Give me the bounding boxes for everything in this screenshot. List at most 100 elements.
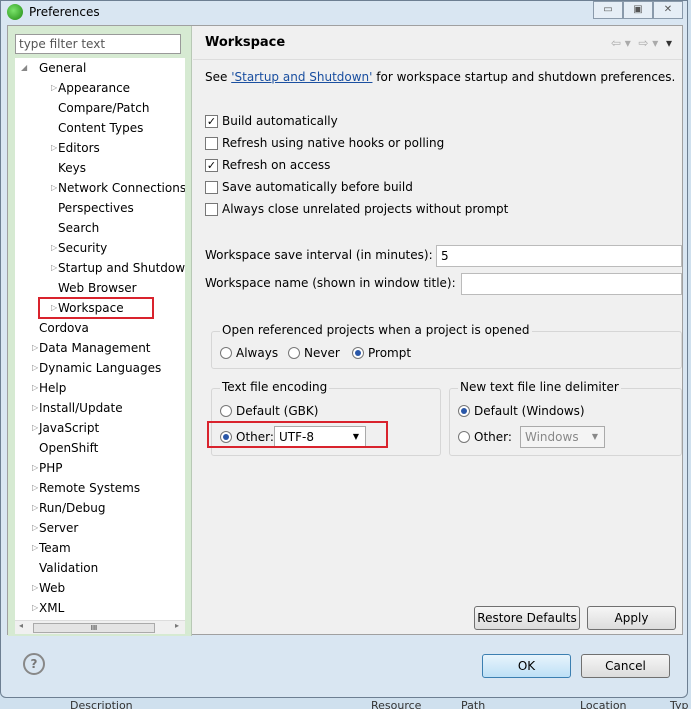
checkbox[interactable]: ✓	[205, 158, 218, 172]
tree-item[interactable]: Content Types	[15, 118, 185, 138]
delimiter-default-radio[interactable]: Default (Windows)	[458, 404, 585, 418]
tree-item[interactable]: ▷ PHP	[15, 458, 185, 478]
scroll-left-icon[interactable]: ◂	[19, 621, 23, 630]
checkbox-option[interactable]: ✓ Refresh on access	[205, 158, 330, 172]
checkbox[interactable]	[205, 136, 218, 150]
tree-item-label: Network Connections	[58, 181, 185, 195]
tree-item[interactable]: Perspectives	[15, 198, 185, 218]
expand-arrow-icon[interactable]: ▷	[51, 258, 57, 278]
startup-shutdown-link[interactable]: 'Startup and Shutdown'	[231, 70, 372, 84]
maximize-button[interactable]: ▣	[623, 1, 653, 19]
workspace-name-input[interactable]	[461, 273, 682, 295]
tree-item-label: Content Types	[58, 121, 144, 135]
tree-item[interactable]: Cordova	[15, 318, 185, 338]
expand-arrow-icon[interactable]: ▷	[32, 338, 38, 358]
filter-input[interactable]: type filter text	[15, 34, 181, 54]
workspace-name-label: Workspace name (shown in window title):	[205, 276, 456, 290]
tree-item-label: Run/Debug	[39, 501, 106, 515]
tree-item-label: Dynamic Languages	[39, 361, 162, 375]
tree-item[interactable]: ▷ Web	[15, 578, 185, 598]
tree-item[interactable]: ▷ JavaScript	[15, 418, 185, 438]
expand-arrow-icon[interactable]: ▷	[51, 178, 57, 198]
expand-arrow-icon[interactable]: ▷	[32, 538, 38, 558]
always-radio[interactable]: Always	[220, 346, 278, 360]
expand-arrow-icon[interactable]: ▷	[32, 358, 38, 378]
tree-item[interactable]: OpenShift	[15, 438, 185, 458]
tree-item[interactable]: Validation	[15, 558, 185, 578]
tree-item[interactable]: Keys	[15, 158, 185, 178]
tree-item[interactable]: ▷ Team	[15, 538, 185, 558]
forward-icon[interactable]: ⇨ ▾	[638, 36, 658, 50]
apply-button[interactable]: Apply	[587, 606, 676, 630]
tree-horizontal-scrollbar[interactable]: ◂ III ▸	[15, 620, 185, 634]
tree-item[interactable]: ▷ Dynamic Languages	[15, 358, 185, 378]
tree-item-label: Appearance	[58, 81, 131, 95]
tree-item-label: Team	[39, 541, 71, 555]
tree-item[interactable]: Compare/Patch	[15, 98, 185, 118]
expand-arrow-icon[interactable]: ▷	[32, 498, 38, 518]
scroll-thumb[interactable]: III	[33, 623, 155, 633]
tree-item[interactable]: ▷ Network Connections	[15, 178, 185, 198]
checkbox-option[interactable]: Refresh using native hooks or polling	[205, 136, 444, 150]
restore-defaults-button[interactable]: Restore Defaults	[474, 606, 580, 630]
tree-item-label: XML	[39, 601, 65, 615]
tree-item[interactable]: ◢ General	[15, 58, 185, 78]
expand-arrow-icon[interactable]: ▷	[32, 518, 38, 538]
checkbox-option[interactable]: ✓ Build automatically	[205, 114, 338, 128]
checkbox[interactable]: ✓	[205, 114, 218, 128]
tree-item[interactable]: Web Browser	[15, 278, 185, 298]
expand-arrow-icon[interactable]: ▷	[32, 378, 38, 398]
checkbox-label: Always close unrelated projects without …	[222, 202, 509, 216]
encoding-default-radio[interactable]: Default (GBK)	[220, 404, 318, 418]
tree-item-label: Compare/Patch	[58, 101, 150, 115]
expand-arrow-icon[interactable]: ▷	[51, 78, 57, 98]
tree-item[interactable]: ▷ Remote Systems	[15, 478, 185, 498]
tree-item-label: Editors	[58, 141, 100, 155]
tree-item[interactable]: ▷ Data Management	[15, 338, 185, 358]
column-header: Resource	[371, 699, 422, 709]
help-icon[interactable]: ?	[23, 653, 45, 675]
expand-arrow-icon[interactable]: ▷	[32, 578, 38, 598]
expand-arrow-icon[interactable]: ▷	[51, 238, 57, 258]
tree-item[interactable]: ▷ Security	[15, 238, 185, 258]
open-projects-group: Open referenced projects when a project …	[211, 323, 682, 369]
checkbox[interactable]	[205, 202, 218, 216]
view-menu-icon[interactable]: ▾	[666, 36, 672, 50]
tree-item-label: Install/Update	[39, 401, 123, 415]
tree-item[interactable]: ▷ Server	[15, 518, 185, 538]
ok-button[interactable]: OK	[482, 654, 571, 678]
checkbox[interactable]	[205, 180, 218, 194]
expand-arrow-icon[interactable]: ▷	[51, 138, 57, 158]
sidebar: type filter text ◢ General ▷ Appearance Comp…	[8, 26, 192, 636]
expand-arrow-icon[interactable]: ▷	[32, 598, 38, 618]
tree-item[interactable]: ▷ Editors	[15, 138, 185, 158]
expand-arrow-icon[interactable]: ▷	[32, 398, 38, 418]
save-interval-input[interactable]: 5	[436, 245, 682, 267]
workspace-highlight	[38, 297, 154, 319]
checkbox-option[interactable]: Always close unrelated projects without …	[205, 202, 508, 216]
prompt-radio[interactable]: Prompt	[352, 346, 411, 360]
checkbox-option[interactable]: Save automatically before build	[205, 180, 413, 194]
expand-arrow-icon[interactable]: ▷	[32, 418, 38, 438]
tree-item[interactable]: ▷ Install/Update	[15, 398, 185, 418]
close-button[interactable]: ✕	[653, 1, 683, 19]
tree-item[interactable]: ▷ Run/Debug	[15, 498, 185, 518]
scroll-right-icon[interactable]: ▸	[175, 621, 179, 630]
minimize-button[interactable]: ▭	[593, 1, 623, 19]
expand-arrow-icon[interactable]: ▷	[32, 478, 38, 498]
tree-item[interactable]: Search	[15, 218, 185, 238]
expand-arrow-icon[interactable]: ▷	[32, 458, 38, 478]
tree-item[interactable]: ▷ Appearance	[15, 78, 185, 98]
tree-item[interactable]: ▷ XML	[15, 598, 185, 618]
collapse-arrow-icon[interactable]: ◢	[21, 58, 27, 78]
back-icon[interactable]: ⇦ ▾	[611, 36, 631, 50]
dialog-footer: ? OK Cancel	[7, 637, 683, 693]
tree-item[interactable]: ▷ Startup and Shutdown	[15, 258, 185, 278]
column-header: Path	[461, 699, 486, 709]
tree-item[interactable]: ▷ Help	[15, 378, 185, 398]
never-radio[interactable]: Never	[288, 346, 340, 360]
delimiter-other-radio[interactable]: Other:	[458, 430, 512, 444]
cancel-button[interactable]: Cancel	[581, 654, 670, 678]
title-bar: Preferences ▭ ▣ ✕	[1, 1, 687, 23]
line-delimiter-group: New text file line delimiter Default (Wi…	[449, 380, 682, 456]
